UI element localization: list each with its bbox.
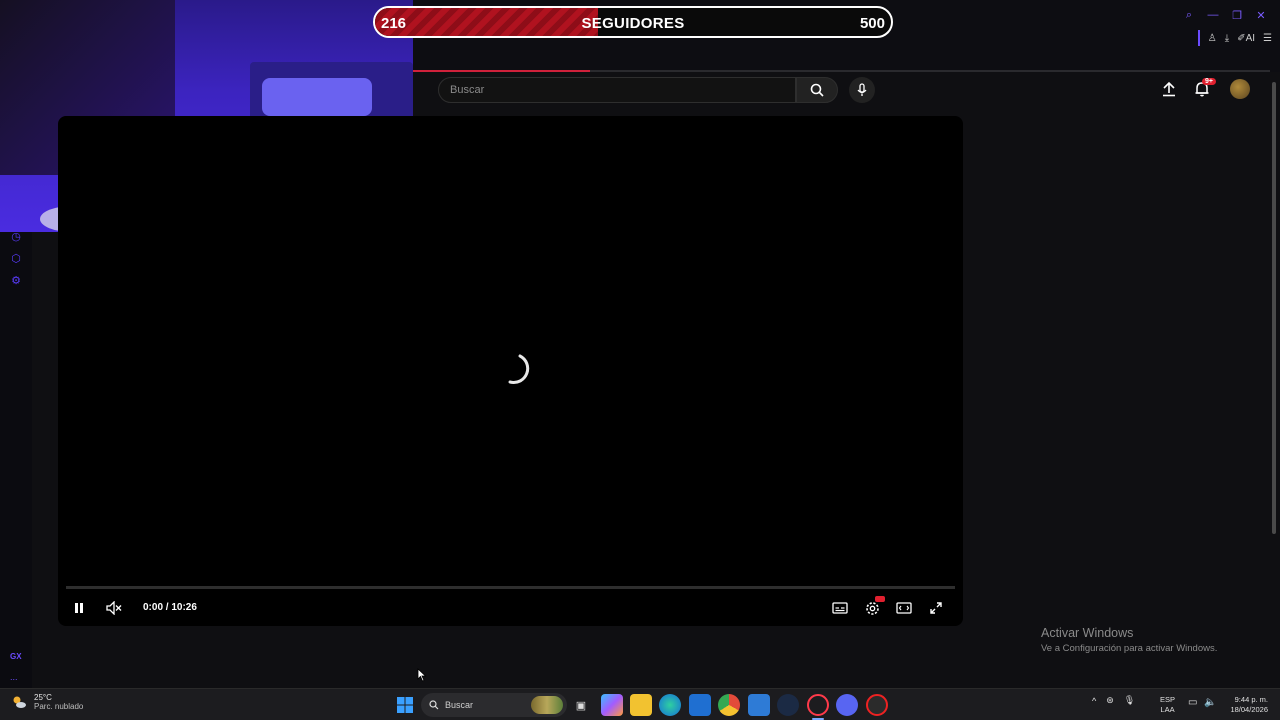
follower-goal-bar: 216 SEGUIDORES 500 <box>373 6 893 38</box>
microphone-icon[interactable]: 🎙 <box>1124 695 1135 706</box>
page-load-progress-fill <box>413 70 590 72</box>
avatar[interactable] <box>1230 79 1250 99</box>
goal-target-count: 500 <box>859 15 885 32</box>
task-view-icon[interactable]: ▣ <box>570 694 592 716</box>
settings-icon[interactable]: ⚙ <box>8 272 24 288</box>
gear-icon <box>865 601 879 615</box>
discord-icon[interactable] <box>836 694 858 716</box>
notification-badge: 9+ <box>1202 78 1216 85</box>
system-tray: ^ ⊛ 🎙 <box>1092 695 1135 706</box>
profile-icon[interactable]: ♙ <box>1208 33 1217 44</box>
notepad-icon[interactable] <box>748 694 770 716</box>
network-app-icon[interactable]: ⊛ <box>1106 695 1114 706</box>
fullscreen-button[interactable] <box>926 598 946 618</box>
voice-search-button[interactable] <box>849 77 875 103</box>
file-explorer-icon[interactable] <box>630 694 652 716</box>
menu-icon[interactable]: ☰ <box>1263 33 1272 44</box>
extensions-icon[interactable]: ⬡ <box>8 250 24 266</box>
clock[interactable]: 9:44 p. m. 18/04/2026 <box>1224 695 1268 715</box>
watermark-subtitle: Ve a Configuración para activar Windows. <box>1041 643 1218 654</box>
activate-windows-watermark: Activar Windows Ve a Configuración para … <box>1041 626 1217 654</box>
gx-label[interactable]: GX <box>10 652 22 661</box>
page-scrollbar[interactable] <box>1270 74 1278 538</box>
chrome-icon[interactable] <box>718 694 740 716</box>
search-icon <box>429 700 439 710</box>
edge-icon[interactable] <box>659 694 681 716</box>
goal-title: SEGUIDORES <box>581 15 685 32</box>
keyboard-layout: LAA <box>1160 705 1175 714</box>
theater-mode-button[interactable] <box>894 598 914 618</box>
steam-icon[interactable] <box>777 694 799 716</box>
extensions-bar: ♙ ⤓ ✐AI ☰ <box>1197 30 1272 46</box>
webcam-pillow <box>262 78 372 116</box>
scrollbar-thumb[interactable] <box>1272 82 1276 534</box>
opera-gx-icon[interactable] <box>807 694 829 716</box>
search-icon <box>810 83 824 97</box>
mouse-cursor-icon <box>417 668 427 682</box>
partly-cloudy-icon <box>13 696 26 708</box>
download-icon[interactable]: ⤓ <box>1225 33 1229 44</box>
tray-expand-icon[interactable]: ^ <box>1092 696 1096 706</box>
fullscreen-icon <box>930 602 942 614</box>
video-time: 0:00 / 10:26 <box>143 602 197 613</box>
subtitles-button[interactable] <box>830 598 850 618</box>
recording-app-icon[interactable] <box>866 694 888 716</box>
page-load-progress <box>413 70 1270 72</box>
mute-button[interactable] <box>104 598 124 618</box>
copilot-icon[interactable] <box>601 694 623 716</box>
video-player[interactable]: 0:00 / 10:26 <box>58 116 963 626</box>
search-icon[interactable]: ⌕ <box>1182 8 1196 22</box>
volume-icon[interactable]: 🔈 <box>1204 697 1216 708</box>
taskbar-search[interactable]: Buscar <box>421 693 567 717</box>
weather-temperature: 25°C <box>34 693 52 702</box>
weather-widget[interactable]: 25°C Parc. nublado <box>10 693 83 711</box>
network-icon[interactable]: ▭ <box>1188 697 1197 708</box>
restore-icon[interactable]: ❐ <box>1230 8 1244 22</box>
ai-label: AI <box>1245 32 1256 44</box>
pause-button[interactable] <box>69 598 89 618</box>
player-controls: 0:00 / 10:26 <box>58 594 963 626</box>
weather-condition: Parc. nublado <box>34 702 84 711</box>
search-button[interactable] <box>796 77 838 103</box>
loading-spinner-icon <box>508 354 530 384</box>
hd-badge <box>875 596 885 602</box>
window-controls: ⌕ — ❐ ✕ <box>1182 8 1268 22</box>
windows-logo-icon <box>397 697 413 713</box>
theater-icon <box>896 602 912 614</box>
screen: ◷ ⬡ ⚙ GX ... ⌕ — ❐ ✕ ♙ ⤓ ✐AI ☰ Buscar 9+… <box>0 0 1280 720</box>
muted-volume-icon <box>106 601 122 615</box>
divider <box>1197 30 1200 46</box>
youtube-header: Buscar 9+ <box>413 74 1273 110</box>
windows-taskbar: 25°C Parc. nublado Buscar ▣ ^ ⊛ 🎙 ESP LA… <box>0 688 1280 720</box>
pause-icon <box>75 603 83 613</box>
sidebar-more-icon[interactable]: ... <box>10 672 18 682</box>
upload-icon[interactable] <box>1160 80 1178 98</box>
close-icon[interactable]: ✕ <box>1254 8 1268 22</box>
watermark-title: Activar Windows <box>1041 626 1134 640</box>
ai-button[interactable]: ✐AI <box>1237 33 1255 44</box>
microphone-icon <box>857 83 867 96</box>
clock-date: 18/04/2026 <box>1230 705 1268 714</box>
minimize-icon[interactable]: — <box>1206 8 1220 22</box>
video-progress-bar[interactable] <box>66 586 955 589</box>
language-code: ESP <box>1160 695 1176 704</box>
taskbar-search-placeholder: Buscar <box>445 700 474 710</box>
language-indicator[interactable]: ESP LAA <box>1160 695 1175 715</box>
clock-time: 9:44 p. m. <box>1234 695 1268 704</box>
start-button[interactable] <box>394 694 416 716</box>
store-icon[interactable] <box>689 694 711 716</box>
subtitles-icon <box>832 602 848 614</box>
ai-icon: ✐ <box>1237 32 1246 44</box>
search-input[interactable]: Buscar <box>438 77 796 103</box>
search-highlight-image <box>531 696 563 714</box>
